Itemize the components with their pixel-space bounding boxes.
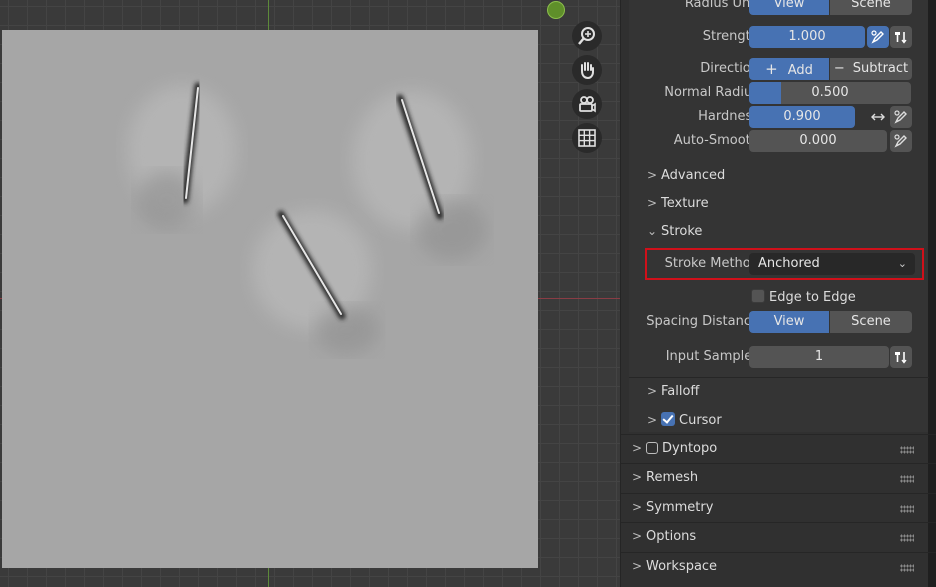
y-axis-gizmo[interactable] (547, 1, 565, 19)
chevron-right-icon: > (647, 168, 658, 182)
edge-to-edge-checkbox[interactable]: Edge to Edge (751, 289, 856, 311)
normal-radius-field[interactable]: 0.500 (749, 82, 911, 104)
sculpt-strokes (127, 82, 487, 354)
cursor-section[interactable]: > Cursor (647, 412, 722, 434)
strength-row: Strength 1.000 (621, 26, 936, 48)
zoom-icon[interactable] (572, 21, 602, 51)
auto-smooth-row: Auto-Smooth 0.000 (621, 130, 936, 152)
auto-smooth-label: Auto-Smooth (673, 133, 759, 148)
symmetry-section[interactable]: > Symmetry (632, 500, 713, 522)
drag-grip-icon[interactable] (900, 505, 914, 513)
chevron-right-icon: > (647, 413, 658, 427)
input-samples-label: Input Samples (665, 349, 759, 364)
drag-grip-icon[interactable] (900, 564, 914, 572)
spacing-distance-scene-button[interactable]: Scene (830, 311, 912, 333)
normal-radius-fill (749, 82, 782, 104)
chevron-right-icon: > (632, 441, 643, 455)
stroke-section[interactable]: ⌄ Stroke (647, 224, 702, 246)
hardness-pressure-pen-icon[interactable] (890, 106, 912, 128)
pan-hand-icon[interactable] (572, 55, 602, 85)
drag-grip-icon[interactable] (900, 446, 914, 454)
sculpt-plane[interactable] (2, 30, 538, 568)
separator (621, 493, 936, 494)
chevron-right-icon: > (647, 196, 658, 210)
stroke-method-highlight-box (645, 248, 924, 280)
strength-field[interactable]: 1.000 (749, 26, 865, 48)
advanced-section[interactable]: > Advanced (647, 168, 725, 190)
drag-grip-icon[interactable] (900, 534, 914, 542)
spacing-distance-view-button[interactable]: View (749, 311, 829, 333)
normal-radius-label: Normal Radius (664, 85, 759, 100)
options-section[interactable]: > Options (632, 529, 696, 551)
double-arrow-icon[interactable] (867, 106, 889, 128)
unified-samples-icon[interactable] (890, 346, 912, 368)
3d-viewport[interactable] (0, 0, 620, 587)
radius-unit-scene-button[interactable]: Scene (830, 0, 912, 15)
pressure-pen-icon[interactable] (867, 26, 889, 48)
radius-unit-row: Radius Unit View Scene (621, 0, 936, 15)
workspace-section[interactable]: > Workspace (632, 559, 717, 581)
grid-icon[interactable] (572, 123, 602, 153)
chevron-right-icon: > (632, 529, 643, 543)
normal-radius-row: Normal Radius 0.500 (621, 82, 936, 104)
checkbox-icon[interactable] (751, 289, 765, 303)
camera-icon[interactable] (572, 89, 602, 119)
separator (621, 434, 936, 435)
chevron-down-icon: ⌄ (647, 224, 658, 238)
chevron-right-icon: > (632, 559, 643, 573)
spacing-distance-label: Spacing Distance (646, 314, 759, 329)
input-samples-row: Input Samples 1 (621, 346, 936, 368)
separator (621, 522, 936, 523)
separator (621, 463, 936, 464)
hardness-row: Hardness 0.900 (621, 106, 936, 128)
direction-subtract-button[interactable]: − Subtract (830, 58, 912, 80)
auto-smooth-pressure-pen-icon[interactable] (890, 130, 912, 152)
hardness-field[interactable]: 0.900 (749, 106, 855, 128)
separator (629, 377, 929, 378)
chevron-right-icon: > (632, 470, 643, 484)
falloff-section[interactable]: > Falloff (647, 384, 699, 406)
properties-panel: Radius Unit View Scene Strength 1.000 Di… (620, 0, 936, 587)
radius-unit-label: Radius Unit (684, 0, 759, 11)
dyntopo-section[interactable]: > Dyntopo (632, 441, 717, 463)
sculpt-stroke-2 (352, 90, 487, 260)
chevron-right-icon: > (632, 500, 643, 514)
sculpt-stroke-3 (252, 210, 379, 354)
unified-strength-icon[interactable] (890, 26, 912, 48)
drag-grip-icon[interactable] (900, 475, 914, 483)
radius-unit-view-button[interactable]: View (749, 0, 829, 15)
sculpt-stroke-1 (127, 82, 237, 228)
auto-smooth-field[interactable]: 0.000 (749, 130, 887, 152)
remesh-section[interactable]: > Remesh (632, 470, 698, 492)
separator (621, 552, 936, 553)
spacing-distance-row: Spacing Distance View Scene (621, 311, 936, 333)
input-samples-field[interactable]: 1 (749, 346, 889, 368)
cursor-checkbox[interactable] (661, 412, 675, 426)
dyntopo-checkbox[interactable] (646, 442, 658, 454)
direction-row: Direction + Add − Subtract (621, 58, 936, 80)
direction-add-button[interactable]: + Add (749, 58, 829, 80)
texture-section[interactable]: > Texture (647, 196, 709, 218)
chevron-right-icon: > (647, 384, 658, 398)
